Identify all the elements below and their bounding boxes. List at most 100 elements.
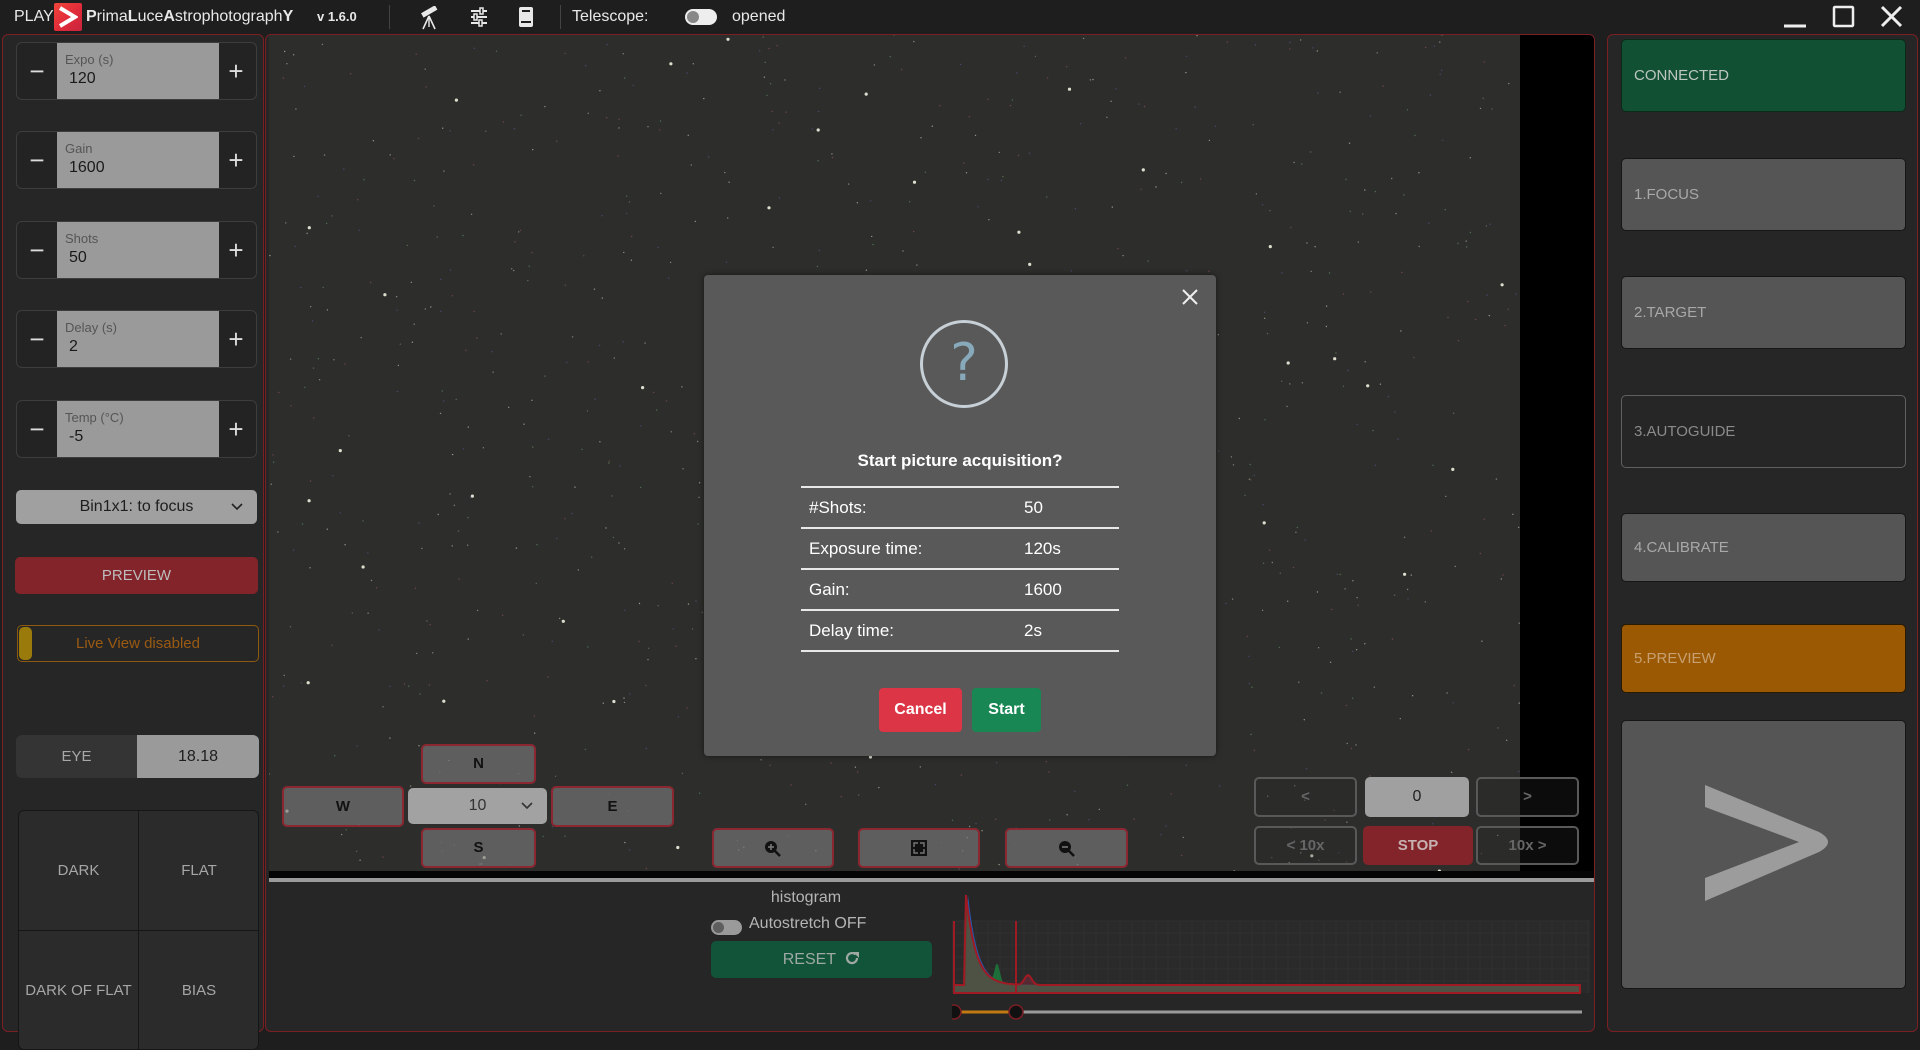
flat-button[interactable]: FLAT: [139, 811, 258, 931]
dark-button[interactable]: DARK: [19, 811, 139, 931]
star: [1023, 45, 1025, 47]
calibrate-step-button[interactable]: 4.CALIBRATE: [1621, 513, 1906, 582]
telescope-icon[interactable]: [418, 5, 440, 30]
minimize-icon[interactable]: [1781, 4, 1809, 30]
zoom-in-button[interactable]: [712, 828, 834, 868]
star: [1466, 246, 1468, 248]
star: [638, 640, 640, 643]
decrement-button[interactable]: −: [17, 222, 57, 278]
star: [1317, 92, 1319, 94]
zoom-out-button[interactable]: [1005, 828, 1128, 868]
autoguide-step-button[interactable]: 3.AUTOGUIDE: [1621, 395, 1906, 468]
histogram-chart[interactable]: [952, 885, 1592, 1025]
decrement-button[interactable]: −: [17, 43, 57, 99]
dark-of-flat-button[interactable]: DARK OF FLAT: [19, 931, 139, 1049]
star: [1356, 423, 1358, 426]
west-button[interactable]: W: [282, 786, 404, 827]
star: [1347, 369, 1349, 372]
star: [486, 680, 488, 682]
star: [669, 62, 673, 66]
star: [854, 766, 857, 768]
star: [455, 398, 457, 401]
star: [1286, 361, 1290, 365]
forward-10-frames-button[interactable]: 10x >: [1476, 826, 1579, 865]
star: [1028, 152, 1031, 154]
star: [1155, 186, 1157, 188]
increment-button[interactable]: +: [216, 43, 256, 99]
star: [326, 528, 328, 530]
bias-button[interactable]: BIAS: [139, 931, 258, 1049]
stop-button[interactable]: STOP: [1363, 826, 1473, 865]
star: [389, 685, 391, 688]
sliders-icon[interactable]: [469, 6, 491, 28]
star: [641, 386, 645, 390]
increment-button[interactable]: +: [216, 311, 256, 367]
star: [1336, 573, 1338, 575]
star: [1208, 139, 1211, 142]
exposure-field[interactable]: Expo (s) 120: [57, 43, 219, 99]
telescope-toggle[interactable]: [685, 9, 717, 25]
next-step-button[interactable]: [1621, 720, 1906, 989]
star: [529, 476, 531, 478]
increment-button[interactable]: +: [216, 132, 256, 188]
temperature-field[interactable]: Temp (°C) -5: [57, 401, 219, 457]
star: [602, 702, 604, 704]
star: [630, 259, 633, 261]
star: [462, 234, 464, 237]
star: [1432, 464, 1434, 466]
fit-screen-button[interactable]: [858, 828, 980, 868]
star: [1185, 55, 1188, 57]
close-icon[interactable]: [1878, 4, 1906, 30]
focus-step-button[interactable]: 1.FOCUS: [1621, 158, 1906, 231]
maximize-icon[interactable]: [1830, 4, 1858, 30]
target-step-button[interactable]: 2.TARGET: [1621, 276, 1906, 349]
reset-button[interactable]: RESET: [711, 941, 932, 978]
star: [1292, 566, 1295, 569]
star: [470, 213, 473, 215]
south-button[interactable]: S: [421, 828, 536, 868]
cancel-button[interactable]: Cancel: [879, 688, 962, 732]
previous-frame-button[interactable]: <: [1254, 777, 1357, 817]
star: [1441, 35, 1443, 36]
star: [584, 748, 586, 751]
preview-button[interactable]: PREVIEW: [15, 557, 258, 594]
star: [682, 468, 684, 470]
preview-step-button[interactable]: 5.PREVIEW: [1621, 624, 1906, 693]
star: [672, 628, 674, 630]
star: [491, 351, 493, 353]
image-scrollbar[interactable]: [269, 878, 1594, 882]
star: [1261, 609, 1264, 611]
gain-field[interactable]: Gain 1600: [57, 132, 219, 188]
back-10-frames-button[interactable]: < 10x: [1254, 826, 1357, 865]
binning-select[interactable]: Bin1x1: to focus: [16, 490, 257, 524]
live-view-toggle[interactable]: Live View disabled: [17, 625, 259, 662]
decrement-button[interactable]: −: [17, 401, 57, 457]
star: [532, 446, 534, 448]
star: [618, 542, 620, 544]
decrement-button[interactable]: −: [17, 311, 57, 367]
close-icon[interactable]: [1178, 285, 1202, 309]
star: [1253, 749, 1256, 751]
book-icon[interactable]: [518, 6, 540, 28]
increment-button[interactable]: +: [216, 401, 256, 457]
star: [389, 154, 391, 156]
autostretch-toggle[interactable]: [711, 920, 742, 935]
star: [544, 375, 546, 377]
star: [467, 516, 469, 519]
star: [1346, 742, 1348, 745]
delay-field[interactable]: Delay (s) 2: [57, 311, 219, 367]
increment-button[interactable]: +: [216, 222, 256, 278]
connected-button[interactable]: CONNECTED: [1621, 39, 1906, 112]
guide-step-select[interactable]: 10: [408, 788, 547, 824]
shots-field[interactable]: Shots 50: [57, 222, 219, 278]
north-button[interactable]: N: [421, 744, 536, 784]
frame-index-field[interactable]: 0: [1365, 777, 1469, 817]
star: [518, 825, 520, 827]
start-button[interactable]: Start: [972, 688, 1041, 732]
decrement-button[interactable]: −: [17, 132, 57, 188]
star: [1364, 643, 1366, 645]
star: [668, 277, 670, 279]
next-frame-button[interactable]: >: [1476, 777, 1579, 817]
east-button[interactable]: E: [551, 786, 674, 827]
star: [1339, 91, 1341, 93]
